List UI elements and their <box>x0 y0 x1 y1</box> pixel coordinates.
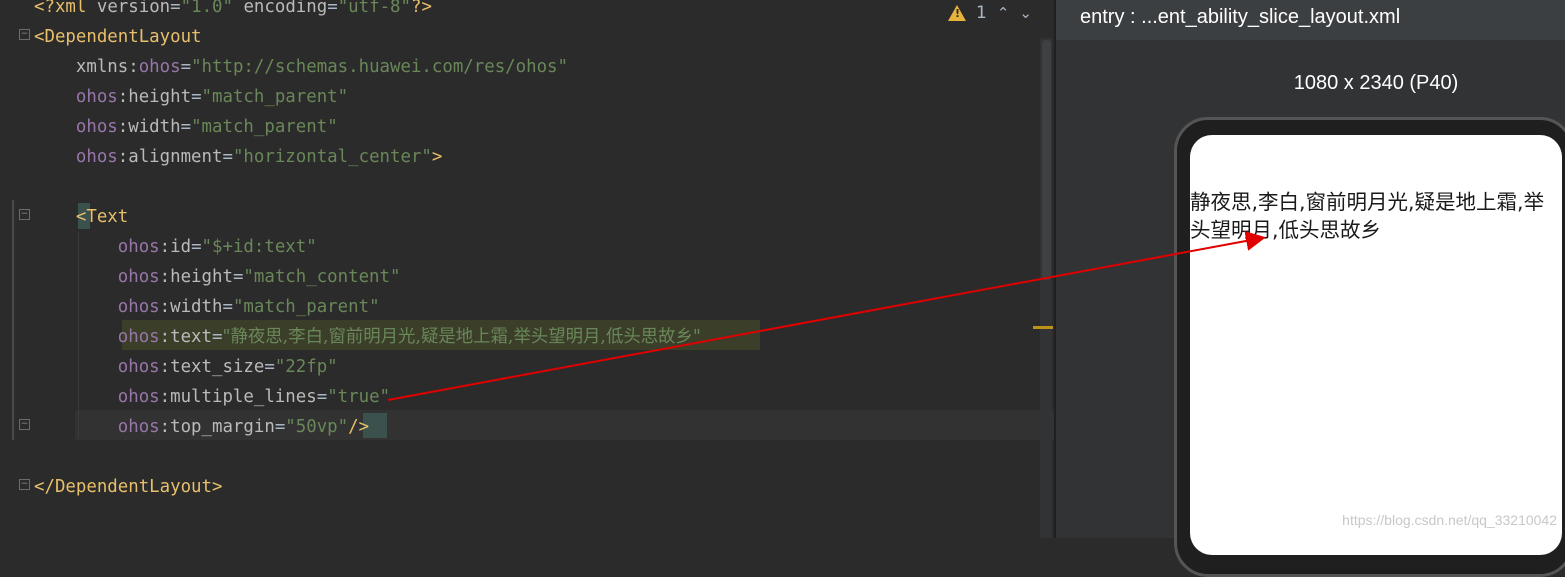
watermark: https://blog.csdn.net/qq_33210042 <box>1342 512 1557 528</box>
code-token: = <box>191 237 202 257</box>
warning-icon <box>948 5 966 21</box>
code-line[interactable]: ohos:id="$+id:text" <box>34 232 317 262</box>
code-token: = <box>327 0 338 17</box>
code-token: = <box>316 387 328 407</box>
code-token: = <box>180 117 192 137</box>
code-line[interactable]: ohos:width="match_parent" <box>34 112 338 142</box>
code-token: :top_margin <box>159 417 275 437</box>
code-line[interactable]: ohos:alignment="horizontal_center"> <box>34 142 443 172</box>
fold-open-icon[interactable]: − <box>19 209 30 220</box>
code-token: "match_parent" <box>201 87 349 107</box>
code-token: ohos <box>138 57 181 77</box>
warning-stripe-marker[interactable] <box>1033 326 1053 329</box>
code-line[interactable]: ohos:height="match_parent" <box>34 82 348 112</box>
code-editor[interactable]: − − − − <?xml version="1.0" encoding="ut… <box>0 0 1054 538</box>
code-token: "$+id:text" <box>201 237 317 257</box>
code-line[interactable]: ohos:height="match_content" <box>34 262 401 292</box>
fold-close-icon[interactable]: − <box>19 419 30 430</box>
code-token: ?> <box>411 0 432 17</box>
code-token: :height <box>117 87 192 107</box>
code-line[interactable]: <DependentLayout <box>34 22 202 52</box>
code-token: > <box>431 147 443 167</box>
code-token: :alignment <box>117 147 223 167</box>
code-token: "utf-8" <box>337 0 411 17</box>
code-token: :multiple_lines <box>159 387 317 407</box>
chevron-down-icon[interactable]: ⌄ <box>1019 4 1032 22</box>
code-token: ohos <box>34 297 160 317</box>
code-line[interactable]: xmlns:ohos="http://schemas.huawei.com/re… <box>34 52 568 82</box>
code-line[interactable]: ohos:text="静夜思,李白,窗前明月光,疑是地上霜,举头望明月,低头思故… <box>34 322 701 352</box>
layout-preview-panel: entry : ...ent_ability_slice_layout.xml … <box>1054 0 1565 577</box>
inspection-widget[interactable]: 1 ⌃ ⌄ <box>948 0 1032 26</box>
warning-count: 1 <box>976 3 987 23</box>
code-token: xml <box>54 0 97 17</box>
code-token: = <box>264 357 275 377</box>
change-marker <box>12 200 14 440</box>
code-token: = <box>222 147 233 167</box>
code-line[interactable]: <Text <box>34 202 128 232</box>
code-token: = <box>191 87 202 107</box>
code-token: = <box>222 297 233 317</box>
rendered-text-component[interactable]: 静夜思,李白,窗前明月光,疑是地上霜,举头望明月,低头思故乡 <box>1190 188 1562 244</box>
code-token: = <box>212 327 223 347</box>
code-token: ohos <box>34 87 118 107</box>
code-token: ohos <box>34 237 160 257</box>
code-token: </DependentLayout> <box>34 477 223 497</box>
code-token: encoding <box>232 0 328 17</box>
code-token: ohos <box>34 357 160 377</box>
code-token: ohos <box>34 147 118 167</box>
code-token: <Text <box>34 207 129 227</box>
code-line[interactable]: <?xml version="1.0" encoding="utf-8"?> <box>34 0 432 22</box>
code-token: /> <box>348 417 370 437</box>
preview-title: entry : ...ent_ability_slice_layout.xml <box>1056 0 1565 40</box>
code-token: "22fp" <box>274 357 338 377</box>
code-token: :text <box>159 327 212 347</box>
code-token: "1.0" <box>180 0 233 17</box>
code-line[interactable]: </DependentLayout> <box>34 472 222 502</box>
code-token: <DependentLayout <box>34 27 202 47</box>
chevron-up-icon[interactable]: ⌃ <box>997 4 1010 22</box>
code-token: :id <box>159 237 192 257</box>
code-line[interactable]: ohos:multiple_lines="true" <box>34 382 390 412</box>
fold-close-icon[interactable]: − <box>19 479 30 490</box>
fold-open-icon[interactable]: − <box>19 29 30 40</box>
code-token: = <box>274 417 286 437</box>
code-token: :width <box>159 297 223 317</box>
code-token: "match_content" <box>243 267 401 287</box>
editor-gutter <box>0 0 34 538</box>
code-token: :width <box>117 117 181 137</box>
code-token: "true" <box>327 387 391 407</box>
code-token: "http://schemas.huawei.com/res/ohos" <box>191 57 568 77</box>
code-token: = <box>180 57 192 77</box>
code-line[interactable]: ohos:text_size="22fp" <box>34 352 338 382</box>
code-token: version <box>96 0 171 17</box>
code-token: "50vp" <box>285 417 349 437</box>
code-token: :text_size <box>159 357 265 377</box>
device-label: 1080 x 2340 (P40) <box>1293 72 1459 94</box>
phone-screen: 静夜思,李白,窗前明月光,疑是地上霜,举头望明月,低头思故乡 <box>1190 135 1562 555</box>
code-token: = <box>232 267 244 287</box>
code-token: "horizontal_center" <box>232 147 432 167</box>
code-token: ohos <box>34 417 160 437</box>
code-token: <? <box>34 0 55 17</box>
code-line[interactable]: ohos:width="match_parent" <box>34 292 380 322</box>
code-token: ohos <box>34 327 160 347</box>
code-token: "静夜思,李白,窗前明月光,疑是地上霜,举头望明月,低头思故乡" <box>222 327 701 347</box>
code-token: xmlns: <box>34 57 139 77</box>
code-token: = <box>170 0 181 17</box>
code-token: ohos <box>34 117 118 137</box>
code-token: "match_parent" <box>191 117 338 137</box>
code-token: "match_parent" <box>232 297 380 317</box>
code-line[interactable]: ohos:top_margin="50vp"/> <box>34 412 369 442</box>
code-token: ohos <box>34 267 160 287</box>
scrollbar-thumb[interactable] <box>1042 40 1051 280</box>
code-token: :height <box>159 267 233 287</box>
code-token: ohos <box>34 387 160 407</box>
